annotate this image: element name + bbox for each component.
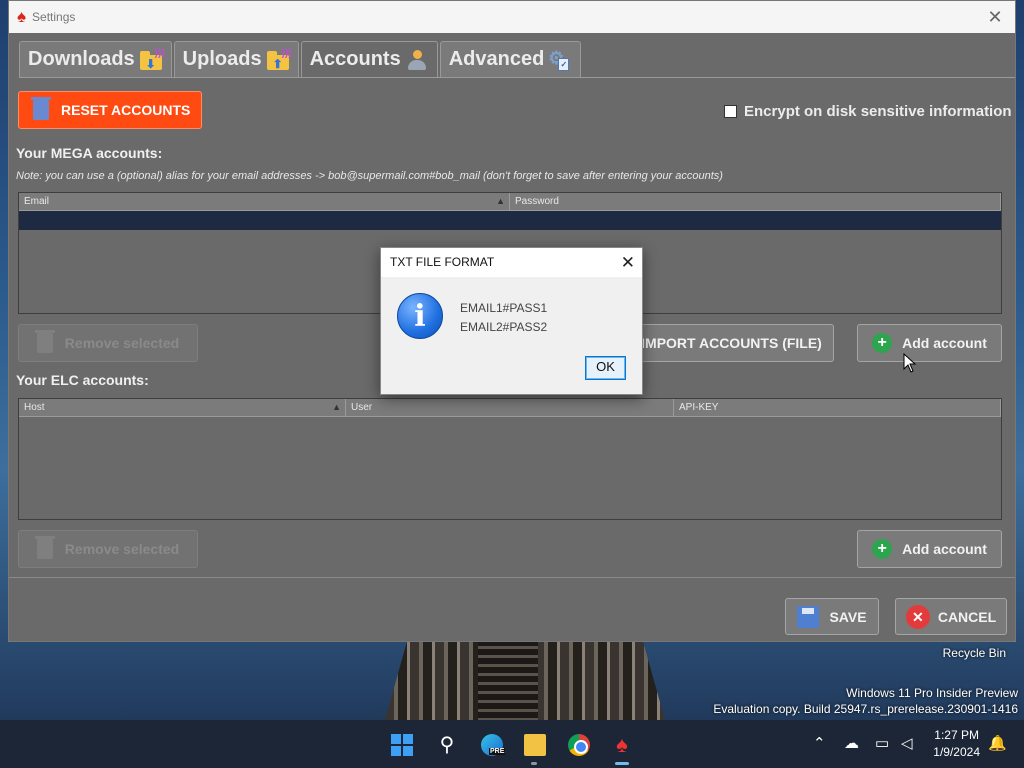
edge-pre-badge: PRE [489, 748, 506, 755]
trash-icon [34, 330, 55, 353]
dialog-message-line-1: EMAIL1#PASS1 [460, 301, 548, 315]
windows-watermark: Windows 11 Pro Insider Preview Evaluatio… [713, 685, 1018, 717]
taskbar [0, 720, 1024, 768]
footer-divider [9, 577, 1015, 578]
tab-uploads-label: Uploads [182, 48, 262, 70]
remove-selected-mega-button[interactable]: Remove selected [18, 324, 198, 362]
download-folder-icon: ⬇))) [139, 48, 165, 72]
save-button[interactable]: SAVE [785, 598, 879, 635]
sort-ascending-icon: ▲ [496, 196, 505, 206]
column-header-api-key[interactable]: API-KEY [674, 399, 1001, 417]
import-accounts-label: IMPORT ACCOUNTS (FILE) [641, 335, 822, 351]
column-header-password-label: Password [515, 196, 559, 207]
watermark-line-1: Windows 11 Pro Insider Preview [846, 686, 1018, 700]
encrypt-checkbox[interactable] [724, 105, 737, 118]
system-clock[interactable]: 1:27 PM 1/9/2024 [933, 727, 980, 761]
cancel-button[interactable]: ✕ CANCEL [895, 598, 1007, 635]
remove-selected-elc-button[interactable]: Remove selected [18, 530, 198, 568]
recycle-bin-label[interactable]: Recycle Bin [943, 646, 1006, 660]
trash-icon [34, 536, 55, 559]
import-accounts-button[interactable]: IMPORT ACCOUNTS (FILE) [629, 324, 834, 362]
tab-downloads[interactable]: Downloads ⬇))) [19, 41, 172, 77]
ok-button[interactable]: OK [585, 356, 626, 380]
trash-icon [31, 97, 51, 120]
mega-alias-note: Note: you can use a (optional) alias for… [16, 170, 723, 182]
txt-file-format-dialog: TXT FILE FORMAT ✕ i EMAIL1#PASS1 EMAIL2#… [380, 247, 643, 395]
sort-ascending-icon: ▲ [332, 402, 341, 412]
add-mega-account-button[interactable]: + Add account [857, 324, 1002, 362]
mouse-cursor-icon [903, 353, 917, 373]
onedrive-icon[interactable]: ☁ [844, 733, 859, 755]
tab-bar: Downloads ⬇))) Uploads ⬆))) Accounts Adv… [19, 41, 582, 77]
tab-accounts[interactable]: Accounts [300, 41, 438, 77]
add-elc-account-label: Add account [902, 541, 987, 557]
active-app-indicator [615, 762, 629, 765]
dialog-message: EMAIL1#PASS1 EMAIL2#PASS2 [460, 299, 547, 337]
encrypt-label: Encrypt on disk sensitive information [744, 103, 1012, 120]
cancel-x-icon: ✕ [905, 604, 930, 629]
user-icon [405, 48, 429, 72]
tab-downloads-label: Downloads [28, 48, 135, 70]
search-icon[interactable]: ⚲ [436, 734, 458, 756]
column-header-email[interactable]: Email ▲ [19, 193, 510, 211]
encrypt-option[interactable]: Encrypt on disk sensitive information [724, 103, 1012, 120]
reset-accounts-button[interactable]: RESET ACCOUNTS [18, 91, 202, 129]
column-header-user[interactable]: User [346, 399, 674, 417]
windows-start-icon[interactable] [391, 734, 413, 756]
save-label: SAVE [829, 608, 867, 625]
tab-advanced[interactable]: Advanced ⚙ ✓ [439, 41, 582, 77]
tab-uploads[interactable]: Uploads ⬆))) [173, 41, 299, 77]
column-header-host-label: Host [24, 402, 45, 413]
mega-accounts-title: Your MEGA accounts: [16, 145, 163, 161]
tab-accounts-label: Accounts [309, 48, 401, 70]
megabasterd-spade-icon[interactable]: ♠ [611, 734, 633, 756]
remove-selected-elc-label: Remove selected [64, 541, 180, 557]
table-row[interactable] [19, 211, 1001, 230]
settings-clipboard-icon: ⚙ ✓ [548, 48, 572, 72]
column-header-host[interactable]: Host ▲ [19, 399, 346, 417]
add-mega-account-label: Add account [902, 335, 987, 351]
upload-folder-icon: ⬆))) [266, 48, 292, 72]
window-close-icon[interactable]: ✕ [983, 6, 1007, 28]
title-bar: ♠ Settings ✕ [9, 1, 1015, 33]
add-elc-account-button[interactable]: + Add account [857, 530, 1002, 568]
column-header-api-key-label: API-KEY [679, 402, 719, 413]
window-title: Settings [32, 10, 76, 24]
column-header-email-label: Email [24, 196, 50, 207]
dialog-title-bar: TXT FILE FORMAT ✕ [381, 248, 642, 277]
file-explorer-icon[interactable] [524, 734, 546, 756]
plus-icon: + [872, 333, 893, 353]
info-icon: i [397, 293, 443, 339]
cancel-label: CANCEL [937, 608, 997, 625]
elc-accounts-table[interactable]: Host ▲ User API-KEY [18, 398, 1002, 520]
plus-icon: + [872, 539, 893, 559]
spade-app-icon: ♠ [17, 7, 27, 26]
chevron-up-icon[interactable]: ⌃ [813, 733, 826, 755]
notification-bell-icon[interactable]: 🔔 [988, 733, 1007, 755]
column-header-user-label: User [351, 402, 373, 413]
file-explorer-running-indicator [531, 762, 537, 765]
network-icon[interactable]: ▭ [875, 733, 889, 755]
reset-accounts-label: RESET ACCOUNTS [61, 102, 191, 118]
watermark-line-2: Evaluation copy. Build 25947.rs_prerelea… [713, 702, 1018, 716]
tab-advanced-label: Advanced [448, 48, 545, 70]
edge-browser-icon[interactable]: PRE [481, 734, 506, 756]
dialog-title: TXT FILE FORMAT [390, 255, 495, 269]
dialog-message-line-2: EMAIL2#PASS2 [460, 320, 548, 334]
floppy-disk-icon [797, 605, 820, 628]
volume-muted-icon[interactable]: ◁ [901, 733, 913, 755]
clock-date: 1/9/2024 [933, 745, 980, 759]
column-header-password[interactable]: Password [510, 193, 1001, 211]
mega-table-header: Email ▲ Password [19, 193, 1001, 211]
dialog-close-icon[interactable]: ✕ [621, 248, 635, 277]
chrome-icon[interactable] [568, 734, 590, 756]
pier-walkway [478, 640, 538, 720]
elc-accounts-title: Your ELC accounts: [16, 372, 149, 388]
elc-table-header: Host ▲ User API-KEY [19, 399, 1001, 417]
clock-time: 1:27 PM [934, 728, 979, 742]
tab-panel-border [19, 77, 1015, 78]
remove-selected-mega-label: Remove selected [64, 335, 180, 351]
